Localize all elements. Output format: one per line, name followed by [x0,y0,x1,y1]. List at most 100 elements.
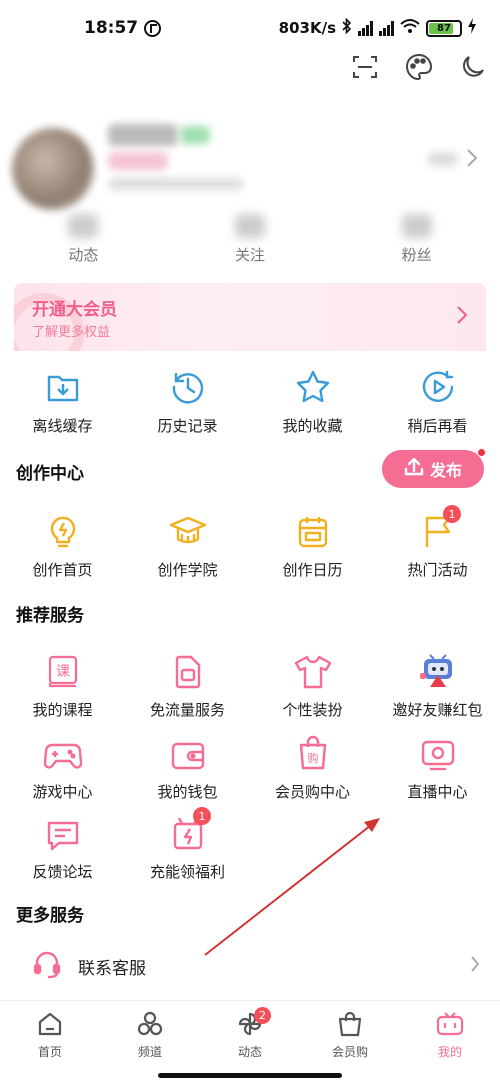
scan-icon[interactable] [350,52,380,82]
cell-label: 稍后再看 [407,417,468,435]
stat-dynamics[interactable]: 动态 [0,214,167,265]
vip-subtitle: 了解更多权益 [32,325,111,340]
svg-text:购: 购 [307,751,318,765]
stat-count [235,214,265,238]
signal-icon-2 [379,20,394,36]
nav-label: 频道 [137,1045,162,1059]
my-courses-button[interactable]: 课 我的课程 [0,649,125,720]
nav-label: 会员购 [331,1045,368,1059]
customer-service-row[interactable]: 联系客服 [0,941,500,991]
shop-bag-icon [300,1011,400,1041]
cell-label: 免流量服务 [149,701,225,719]
battery-level: 87 [437,22,451,34]
cell-label: 历史记录 [157,417,218,435]
shopping-bag-icon: 购 [250,731,375,771]
palette-icon[interactable] [404,52,434,82]
nav-label: 动态 [237,1045,262,1059]
offline-cache-button[interactable]: 离线缓存 [0,365,125,436]
play-later-icon [375,365,500,405]
profile-header[interactable] [0,120,500,210]
home-indicator[interactable] [158,1073,342,1078]
cell-label: 我的钱包 [157,783,218,801]
profile-stats: 动态 关注 粉丝 [0,214,500,265]
nav-dynamics[interactable]: 2 动态 [200,1001,300,1084]
nav-mine[interactable]: 我的 [400,1001,500,1084]
stat-count [68,214,99,238]
nav-home[interactable]: 首页 [0,1001,100,1084]
feedback-forum-button[interactable]: 反馈论坛 [0,811,125,882]
vip-tag-blur [108,152,168,170]
download-box-icon [0,365,125,405]
sync-status-icon [144,19,162,37]
cell-label: 创作学院 [157,561,218,579]
svg-text:课: 课 [56,664,70,680]
sim-card-icon [125,649,250,689]
flag-icon: 1 [375,505,500,549]
avatar[interactable] [12,128,94,210]
live-center-button[interactable]: 直播中心 [375,731,500,802]
stat-fans[interactable]: 粉丝 [333,214,500,265]
data-free-service-button[interactable]: 免流量服务 [125,649,250,720]
personalize-button[interactable]: 个性装扮 [250,649,375,720]
pinwheel-icon [200,1011,300,1041]
cell-label: 直播中心 [407,783,468,801]
cell-label: 反馈论坛 [32,863,93,881]
watch-later-button[interactable]: 稍后再看 [375,365,500,436]
cell-label: 会员购中心 [274,783,350,801]
headset-icon [32,949,62,983]
gift-charge-icon: 1 [125,807,250,851]
upload-icon [404,457,424,480]
vip-title: 开通大会员 [32,300,117,320]
battery-icon: 87 [426,19,462,37]
cell-label: 充能领福利 [149,863,225,881]
row-label: 联系客服 [78,958,146,979]
creation-academy-button[interactable]: 创作学院 [125,509,250,580]
cell-label: 创作首页 [32,561,93,579]
vip-banner[interactable]: 开通大会员 了解更多权益 [14,283,486,351]
recommended-row-1: 课 我的课程 免流量服务 个性装扮 邀好友赚红包 [0,649,500,720]
space-link-blur [428,152,458,166]
stat-label: 关注 [235,246,266,264]
favorites-button[interactable]: 我的收藏 [250,365,375,436]
graduation-cap-icon [125,509,250,549]
calendar-icon [250,509,375,549]
username-blur [108,124,178,146]
lightbulb-icon [0,509,125,549]
publish-label: 发布 [429,461,462,480]
night-mode-icon[interactable] [458,52,488,82]
notification-badge: 2 [254,1007,271,1024]
stat-following[interactable]: 关注 [167,214,334,265]
home-icon [0,1011,100,1041]
invite-friends-button[interactable]: 邀好友赚红包 [375,649,500,720]
cell-label: 创作日历 [282,561,343,579]
wallet-icon [125,731,250,771]
charge-rewards-button[interactable]: 1 充能领福利 [125,807,250,882]
mascot-icon [375,649,500,689]
nav-label: 我的 [437,1045,462,1059]
creation-calendar-button[interactable]: 创作日历 [250,509,375,580]
bottom-nav: 首页 频道 2 动态 会员购 我的 [0,1000,500,1084]
creation-home-button[interactable]: 创作首页 [0,509,125,580]
game-center-button[interactable]: 游戏中心 [0,731,125,802]
tshirt-icon [250,649,375,689]
history-button[interactable]: 历史记录 [125,365,250,436]
cell-label: 离线缓存 [32,417,93,435]
star-icon [250,365,375,405]
wallet-button[interactable]: 我的钱包 [125,731,250,802]
cell-label: 我的课程 [32,701,93,719]
recommended-row-2: 游戏中心 我的钱包 购 会员购中心 直播中心 [0,731,500,802]
hot-events-button[interactable]: 1 热门活动 [375,505,500,580]
nav-channel[interactable]: 频道 [100,1001,200,1084]
nav-member-shop[interactable]: 会员购 [300,1001,400,1084]
member-shop-button[interactable]: 购 会员购中心 [250,731,375,802]
uid-blur [108,178,243,190]
nav-label: 首页 [37,1045,62,1059]
creation-grid: 创作首页 创作学院 创作日历 1 热门活动 [0,505,500,580]
status-time: 18:57 [84,18,162,38]
publish-button[interactable]: 发布 [382,448,486,488]
notification-dot [477,448,486,457]
chevron-right-icon [456,305,468,329]
notification-badge: 1 [443,505,461,523]
chevron-right-icon[interactable] [466,148,478,172]
creation-center-title: 创作中心 [16,464,84,484]
